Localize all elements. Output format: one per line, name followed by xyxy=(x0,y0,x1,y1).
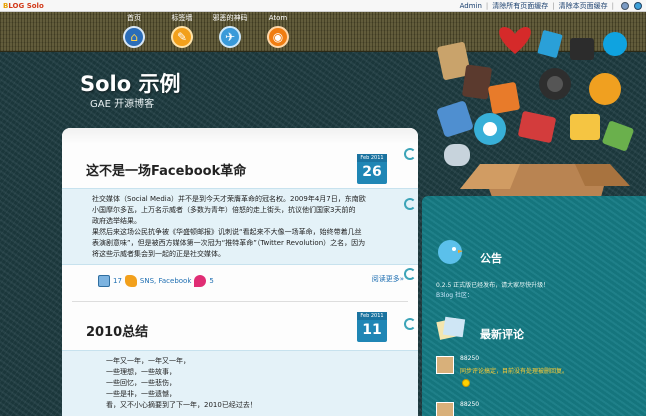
globe-icon[interactable] xyxy=(634,2,642,10)
post-divider xyxy=(72,301,408,302)
logo-text: LOG Solo xyxy=(8,2,44,10)
notice-link[interactable]: B3log 社区： xyxy=(436,291,549,301)
main-content: 这不是一场Facebook革命 Feb 2011 26 社交媒体（Social … xyxy=(62,128,418,416)
gear-icon[interactable] xyxy=(621,2,629,10)
post-tags[interactable]: SNS, Facebook xyxy=(140,277,191,285)
binder-hook xyxy=(404,318,416,330)
links-icon[interactable]: ✈ xyxy=(219,26,241,48)
comment-author[interactable]: 88250 xyxy=(460,401,479,408)
post-body-line: 表演剧意味”，但是被西方媒体第一次冠为“推特革命”（Twitter Revolu… xyxy=(92,239,366,247)
tag-icon xyxy=(124,275,137,287)
post-meta: 17 SNS, Facebook 5 xyxy=(98,275,214,287)
post-title[interactable]: 2010总结 xyxy=(86,321,148,340)
post-body-line: 小国摩尔多瓦，上万名示威者（多数为青年）倍怒的走上街头，抗议他们国家3天前的 xyxy=(92,206,356,214)
smiley-icon xyxy=(462,379,470,387)
views-icon xyxy=(98,275,110,287)
admin-topbar: BLOG Solo Admin | 清除所有页面缓存 | 清除本页面缓存 | xyxy=(0,0,646,12)
notice-text: 0.2.5 正式版已经发布，请大家尽快升级！ B3log 社区： xyxy=(436,281,549,301)
b3log-logo[interactable]: BLOG Solo xyxy=(3,0,44,12)
twitter-bird-icon xyxy=(438,240,463,264)
nav-label: 首页 xyxy=(127,14,141,22)
separator: | xyxy=(485,2,489,10)
topbar-links: Admin | 清除所有页面缓存 | 清除本页面缓存 | xyxy=(460,0,642,12)
avatar[interactable] xyxy=(436,402,454,416)
recent-comments-heading: 最新评论 xyxy=(480,328,524,341)
post-body-line: 社交媒体（Social Media）并不是到今天才荣膺革命的冠名权。2009年4… xyxy=(92,195,366,203)
date-badge: Feb 2011 11 xyxy=(357,312,387,342)
nav-item-home[interactable]: 首页 ⌂ xyxy=(110,14,158,48)
read-more-link[interactable]: 阅读更多» xyxy=(372,274,404,284)
post-title[interactable]: 这不是一场Facebook革命 xyxy=(86,160,246,179)
date-month: Feb 2011 xyxy=(357,312,387,320)
post-item: 这不是一场Facebook革命 Feb 2011 26 社交媒体（Social … xyxy=(62,128,418,308)
binder-hook xyxy=(404,148,416,160)
post-body-line: 一些理想，一些故事， xyxy=(106,368,176,376)
date-month: Feb 2011 xyxy=(357,154,387,162)
binder-hook xyxy=(404,198,416,210)
date-day: 11 xyxy=(362,322,382,338)
atom-feed-icon[interactable]: ◉ xyxy=(267,26,289,48)
nav-label: 邪恶的神码 xyxy=(212,14,248,22)
nav-label: 标签墙 xyxy=(171,14,193,22)
post-body: 社交媒体（Social Media）并不是到今天才荣膺革命的冠名权。2009年4… xyxy=(62,188,418,265)
comment-author[interactable]: 88250 xyxy=(460,355,479,362)
clear-all-cache-link[interactable]: 清除所有页面缓存 xyxy=(492,0,548,12)
post-item: 2010总结 Feb 2011 11 一年又一年，一年又一年， 一些理想，一些故… xyxy=(62,308,418,416)
admin-link[interactable]: Admin xyxy=(460,0,482,12)
post-body-line: 果然后来这场公民抗争被《华盛顿邮报》讥刺说“看起来不大像一场革命，始终带着几丝 xyxy=(92,228,362,236)
nav-label: Atom xyxy=(268,14,288,22)
binder-hook xyxy=(404,268,416,280)
post-body-line: 将这些示威者集会到一起的正是社交媒体。 xyxy=(92,250,225,258)
notice-heading: 公告 xyxy=(480,252,502,265)
sidebar: 公告 0.2.5 正式版已经发布，请大家尽快升级！ B3log 社区： 最新评论… xyxy=(422,196,646,416)
home-icon[interactable]: ⌂ xyxy=(123,26,145,48)
main-nav: 首页 ⌂ 标签墙 ✎ 邪恶的神码 ✈ Atom ◉ xyxy=(110,14,302,48)
post-body-line: 一些是非，一些遗憾， xyxy=(106,390,176,398)
post-body-line: 看，又不小心摘要到了下一年，2010已经过去！ xyxy=(106,401,257,409)
post-body-line: 政府选举结果。 xyxy=(92,217,141,225)
separator: | xyxy=(611,2,614,10)
nav-item-tags[interactable]: 标签墙 ✎ xyxy=(158,14,206,48)
comment-text[interactable]: 同步评论搞定，目前没有处理被删回复。 xyxy=(460,366,568,375)
clear-page-cache-link[interactable]: 清除本页面缓存 xyxy=(559,0,608,12)
post-body-line: 一年又一年，一年又一年， xyxy=(106,357,190,365)
tags-icon[interactable]: ✎ xyxy=(171,26,193,48)
comment-icon xyxy=(194,275,207,287)
date-badge: Feb 2011 26 xyxy=(357,154,387,184)
separator: | xyxy=(552,2,555,10)
nav-item-atom[interactable]: Atom ◉ xyxy=(254,14,302,48)
notice-line: 0.2.5 正式版已经发布，请大家尽快升级！ xyxy=(436,282,550,289)
comment-count[interactable]: 5 xyxy=(209,277,213,285)
blog-subtitle: GAE 开源博客 xyxy=(90,99,155,110)
notes-icon xyxy=(436,316,466,340)
view-count: 17 xyxy=(113,277,122,285)
post-body-line: 一些回忆，一些悲伤， xyxy=(106,379,176,387)
date-day: 26 xyxy=(362,164,382,180)
avatar[interactable] xyxy=(436,356,454,374)
nav-item-links[interactable]: 邪恶的神码 ✈ xyxy=(206,14,254,48)
post-body: 一年又一年，一年又一年， 一些理想，一些故事， 一些回忆，一些悲伤， 一些是非，… xyxy=(62,350,418,416)
blog-title[interactable]: Solo 示例 xyxy=(80,68,181,98)
